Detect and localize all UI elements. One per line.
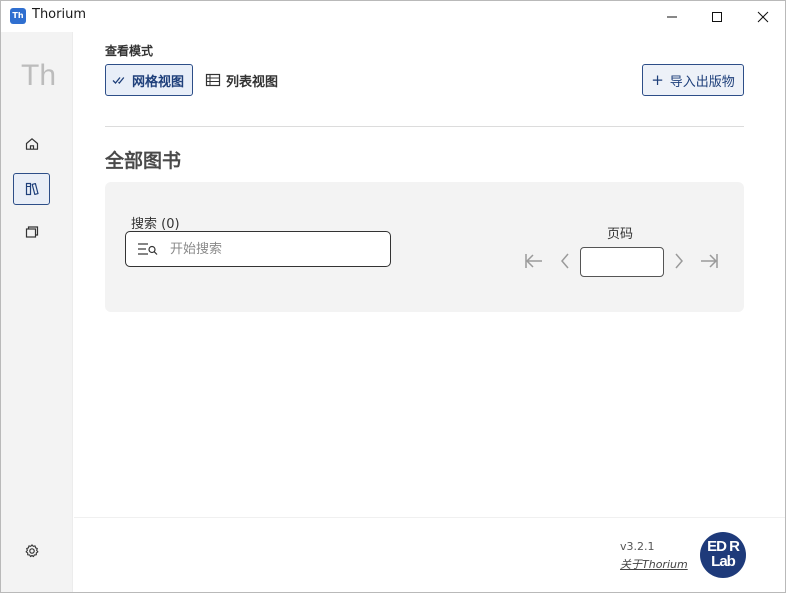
next-page-button[interactable] <box>668 250 690 272</box>
edrlab-logo-line-2: Lab <box>711 553 736 570</box>
search-panel: 搜索 (0) 页码 <box>105 182 744 312</box>
previous-page-button[interactable] <box>554 250 576 272</box>
plus-icon: + <box>651 70 664 89</box>
minimize-icon <box>667 16 677 17</box>
sidebar-item-catalogs[interactable] <box>13 216 50 248</box>
maximize-icon <box>712 11 722 22</box>
double-check-icon <box>112 77 125 84</box>
page-number-label: 页码 <box>607 227 634 242</box>
catalog-icon <box>25 226 38 238</box>
home-icon <box>25 138 38 150</box>
about-thorium-link[interactable]: 关于Thorium <box>620 556 688 572</box>
sidebar: Th <box>1 32 73 592</box>
import-publication-label: 导入出版物 <box>669 74 735 90</box>
chevron-left-icon <box>561 253 569 269</box>
sidebar-item-home[interactable] <box>13 128 50 160</box>
first-page-icon <box>525 254 542 268</box>
edrlab-logo-line-1: ED R <box>707 538 740 555</box>
import-publication-button[interactable]: + 导入出版物 <box>642 64 744 96</box>
list-icon <box>205 73 221 87</box>
list-view-button[interactable]: 列表视图 <box>205 64 278 96</box>
gear-icon <box>25 544 38 558</box>
grid-view-button[interactable]: 网格视图 <box>105 64 193 96</box>
version-text: v3.2.1 <box>620 540 655 553</box>
close-button[interactable] <box>740 1 785 32</box>
thorium-logo: Th <box>21 59 57 92</box>
app-icon: Th <box>10 8 26 24</box>
sidebar-item-library[interactable] <box>13 173 50 205</box>
page-title: 全部图书 <box>105 150 182 172</box>
edrlab-logo[interactable]: ED R Lab <box>700 532 746 578</box>
list-view-label: 列表视图 <box>226 74 279 90</box>
search-icon <box>138 243 158 255</box>
minimize-button[interactable] <box>649 1 695 32</box>
sidebar-item-settings[interactable] <box>13 535 50 567</box>
page-number-input[interactable] <box>580 247 664 277</box>
last-page-icon <box>701 254 718 268</box>
search-input[interactable] <box>170 239 380 259</box>
app-window: Th Thorium Th 查看模式 网格视图 列表视图 + 导入出版物 全部图… <box>0 0 786 593</box>
footer-divider <box>74 517 785 518</box>
view-mode-label: 查看模式 <box>105 44 154 58</box>
header-divider <box>105 126 744 127</box>
last-page-button[interactable] <box>698 250 720 272</box>
search-label: 搜索 (0) <box>131 217 180 232</box>
chevron-right-icon <box>675 253 683 269</box>
main-content: 查看模式 网格视图 列表视图 + 导入出版物 全部图书 搜索 (0) 开始搜索 … <box>74 32 785 592</box>
title-bar[interactable]: Th Thorium <box>1 1 785 32</box>
search-field[interactable] <box>125 231 391 267</box>
window-title: Thorium <box>32 7 86 22</box>
first-page-button[interactable] <box>523 250 545 272</box>
books-icon <box>25 182 39 196</box>
maximize-button[interactable] <box>694 1 740 32</box>
grid-view-label: 网格视图 <box>132 74 185 90</box>
close-icon <box>757 11 769 22</box>
